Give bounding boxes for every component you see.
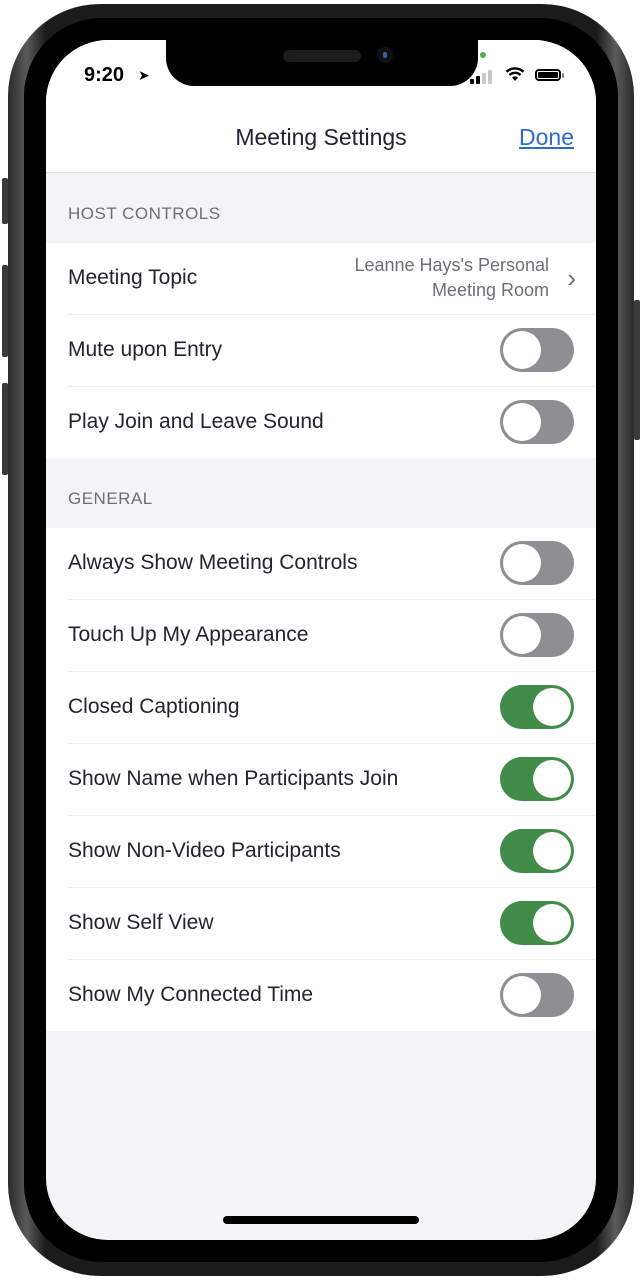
row-label: Mute upon Entry bbox=[68, 338, 223, 361]
show-connected-time-row: Show My Connected Time bbox=[68, 960, 596, 1031]
battery-icon bbox=[535, 69, 564, 81]
closed-captioning-row: Closed Captioning bbox=[68, 672, 596, 744]
meeting-topic-value: Leanne Hays's Personal Meeting Room bbox=[354, 253, 549, 303]
play-join-leave-sound-row: Play Join and Leave Sound bbox=[68, 387, 596, 458]
chevron-right-icon: › bbox=[567, 263, 576, 293]
page-title: Meeting Settings bbox=[235, 124, 407, 150]
volume-up-button bbox=[2, 265, 8, 357]
always-show-meeting-controls-toggle[interactable] bbox=[500, 541, 574, 585]
done-button[interactable]: Done bbox=[519, 124, 574, 151]
status-time: 9:20 bbox=[84, 64, 125, 86]
mute-upon-entry-toggle[interactable] bbox=[500, 328, 574, 372]
always-show-meeting-controls-row: Always Show Meeting Controls bbox=[68, 528, 596, 600]
mute-upon-entry-row: Mute upon Entry bbox=[68, 315, 596, 387]
row-label: Touch Up My Appearance bbox=[68, 623, 309, 646]
settings-list: HOST CONTROLS Meeting Topic Leanne Hays'… bbox=[46, 173, 596, 1031]
toggle-knob bbox=[533, 904, 571, 942]
volume-down-button bbox=[2, 383, 8, 475]
touch-up-appearance-row: Touch Up My Appearance bbox=[68, 600, 596, 672]
show-non-video-participants-row: Show Non-Video Participants bbox=[68, 816, 596, 888]
location-arrow-icon: ➤ bbox=[138, 67, 150, 83]
toggle-knob bbox=[503, 616, 541, 654]
row-label: Show My Connected Time bbox=[68, 983, 314, 1006]
toggle-knob bbox=[503, 544, 541, 582]
toggle-knob bbox=[533, 760, 571, 798]
toggle-knob bbox=[533, 832, 571, 870]
closed-captioning-toggle[interactable] bbox=[500, 685, 574, 729]
screen: 9:20 ➤ Meeting Settings Done HOST CONTRO… bbox=[46, 40, 596, 1240]
wifi-icon bbox=[505, 66, 525, 87]
host-controls-group: Meeting Topic Leanne Hays's Personal Mee… bbox=[46, 243, 596, 458]
section-header-host-controls: HOST CONTROLS bbox=[68, 204, 221, 223]
camera-in-use-indicator bbox=[480, 52, 486, 58]
section-header-general: GENERAL bbox=[68, 489, 153, 508]
row-label: Show Name when Participants Join bbox=[68, 767, 399, 790]
meeting-topic-row[interactable]: Meeting Topic Leanne Hays's Personal Mee… bbox=[68, 243, 596, 315]
show-connected-time-toggle[interactable] bbox=[500, 973, 574, 1017]
toggle-knob bbox=[503, 331, 541, 369]
general-group: Always Show Meeting Controls Touch Up My… bbox=[46, 528, 596, 1031]
row-label: Play Join and Leave Sound bbox=[68, 410, 324, 433]
power-button bbox=[634, 300, 640, 440]
front-camera bbox=[377, 47, 393, 63]
show-self-view-toggle[interactable] bbox=[500, 901, 574, 945]
toggle-knob bbox=[503, 403, 541, 441]
notch bbox=[166, 40, 478, 86]
row-label: Always Show Meeting Controls bbox=[68, 551, 358, 574]
show-name-when-join-toggle[interactable] bbox=[500, 757, 574, 801]
nav-bar: Meeting Settings Done bbox=[46, 110, 596, 173]
show-non-video-participants-toggle[interactable] bbox=[500, 829, 574, 873]
meeting-topic-value-line1: Leanne Hays's Personal bbox=[354, 255, 549, 275]
row-label: Meeting Topic bbox=[68, 266, 198, 289]
row-label: Closed Captioning bbox=[68, 695, 240, 718]
mute-switch bbox=[2, 178, 8, 224]
row-label: Show Non-Video Participants bbox=[68, 839, 341, 862]
show-self-view-row: Show Self View bbox=[68, 888, 596, 960]
play-join-leave-sound-toggle[interactable] bbox=[500, 400, 574, 444]
home-indicator[interactable] bbox=[223, 1216, 419, 1224]
meeting-topic-value-line2: Meeting Room bbox=[431, 280, 549, 300]
toggle-knob bbox=[503, 976, 541, 1014]
touch-up-appearance-toggle[interactable] bbox=[500, 613, 574, 657]
row-label: Show Self View bbox=[68, 911, 214, 934]
speaker-grille bbox=[283, 50, 361, 62]
show-name-when-join-row: Show Name when Participants Join bbox=[68, 744, 596, 816]
toggle-knob bbox=[533, 688, 571, 726]
